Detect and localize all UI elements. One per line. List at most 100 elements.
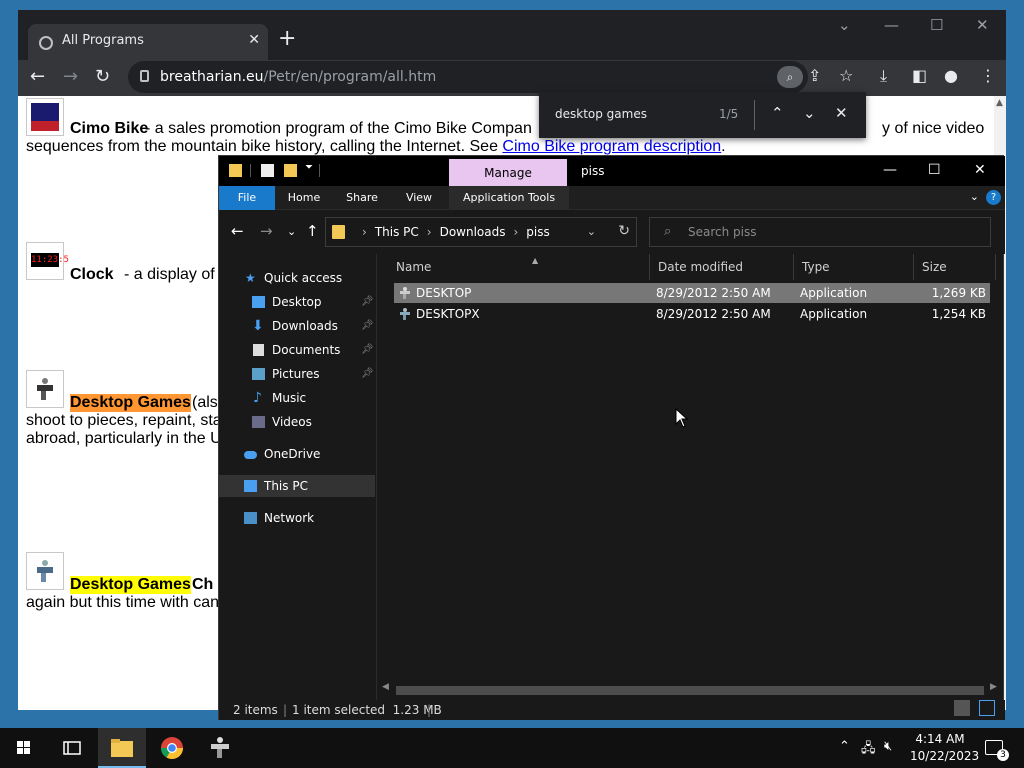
- scroll-up-arrow-icon[interactable]: ▲: [996, 98, 1003, 108]
- globe-icon: [39, 36, 53, 50]
- close-icon[interactable]: ✕: [976, 16, 989, 34]
- search-input[interactable]: [688, 222, 978, 242]
- file-explorer-window: ⏷ Manage piss — ☐ ✕ File Home Share View…: [218, 155, 1005, 720]
- volume-muted-icon[interactable]: 🔇︎: [884, 739, 892, 754]
- toolbar-divider: [250, 164, 251, 177]
- nav-network[interactable]: Network: [219, 507, 375, 529]
- cimo-bike-description-link[interactable]: Cimo Bike program description: [502, 138, 721, 155]
- cimo-bike-program-icon[interactable]: [26, 98, 64, 136]
- find-previous-icon[interactable]: ⌃: [771, 104, 784, 122]
- column-header-name[interactable]: ▲ Name: [396, 254, 650, 280]
- address-bar[interactable]: › This PC › Downloads › piss ⌄ ↻: [325, 217, 637, 247]
- tab-file[interactable]: File: [219, 186, 275, 210]
- nav-downloads[interactable]: ⬇ Downloads 📌︎: [219, 315, 375, 337]
- desktop-games-program-icon[interactable]: [26, 370, 64, 408]
- find-query-input[interactable]: desktop games: [555, 107, 647, 121]
- scroll-left-arrow-icon[interactable]: ◀: [382, 682, 389, 692]
- taskbar-chrome[interactable]: [148, 728, 196, 768]
- nav-documents[interactable]: Documents 📌︎: [219, 339, 375, 361]
- maximize-icon[interactable]: ☐: [930, 16, 943, 34]
- url-text[interactable]: breatharian.eu/Petr/en/program/all.htm: [160, 69, 436, 85]
- column-header-type[interactable]: Type: [800, 254, 914, 280]
- menu-kebab-icon[interactable]: ⋮: [980, 66, 996, 85]
- help-icon[interactable]: ?: [986, 190, 1001, 205]
- clock-program-icon[interactable]: 11:23:5: [26, 242, 69, 280]
- horizontal-scrollbar[interactable]: ◀ ▶: [378, 682, 1003, 698]
- desktop-games-ch-program-icon[interactable]: [26, 552, 64, 590]
- address-bar[interactable]: breatharian.eu/Petr/en/program/all.htm ⌕: [128, 61, 808, 93]
- tab-all-programs[interactable]: All Programs ✕: [28, 24, 268, 60]
- close-icon[interactable]: ✕: [974, 162, 986, 178]
- back-icon[interactable]: ←: [30, 66, 45, 87]
- file-row-desktop[interactable]: DESKTOP 8/29/2012 2:50 AM Application 1,…: [394, 283, 990, 303]
- breadcrumb-downloads[interactable]: Downloads: [440, 225, 506, 239]
- maximize-icon[interactable]: ☐: [928, 162, 941, 178]
- tab-close-icon[interactable]: ✕: [248, 32, 260, 48]
- up-icon[interactable]: ↑: [306, 222, 319, 240]
- properties-icon[interactable]: [261, 164, 274, 177]
- new-folder-icon[interactable]: [284, 164, 297, 177]
- tab-home[interactable]: Home: [279, 186, 329, 210]
- chrome-logo-icon: [161, 737, 183, 759]
- manage-context-tab[interactable]: Manage: [449, 159, 567, 187]
- column-header-date[interactable]: Date modified: [656, 254, 794, 280]
- tab-view[interactable]: View: [395, 186, 443, 210]
- nav-desktop[interactable]: Desktop 📌︎: [219, 291, 375, 313]
- chevron-down-icon[interactable]: ⌄: [838, 16, 851, 34]
- minimize-icon[interactable]: —: [883, 162, 897, 178]
- status-bar: 2 items | 1 item selected 1.23 MB |: [219, 700, 1005, 720]
- recent-locations-icon[interactable]: ⌄: [287, 225, 296, 238]
- download-icon[interactable]: ⤓: [880, 66, 887, 86]
- nav-music[interactable]: ♪ Music: [219, 387, 375, 409]
- column-header-size[interactable]: Size: [920, 254, 996, 280]
- show-hidden-icons-icon[interactable]: ⌃: [839, 739, 850, 754]
- nav-videos[interactable]: Videos: [219, 411, 375, 433]
- clock-date: 10/22/2023: [910, 749, 980, 763]
- entry-text: abroad, particularly in the U: [26, 430, 222, 447]
- share-icon[interactable]: ⇪: [808, 66, 821, 85]
- taskbar-desktop-app[interactable]: [196, 728, 244, 768]
- search-box[interactable]: ⌕: [649, 217, 991, 247]
- forward-icon[interactable]: →: [63, 66, 78, 87]
- address-dropdown-icon[interactable]: ⌄: [587, 225, 596, 238]
- pin-icon: 📌︎: [361, 368, 374, 379]
- task-view-button[interactable]: [48, 728, 96, 768]
- bookmark-star-icon[interactable]: ☆: [839, 66, 853, 85]
- nav-onedrive[interactable]: OneDrive: [219, 443, 375, 465]
- expand-ribbon-icon[interactable]: ⌄: [970, 190, 979, 203]
- status-divider: |: [427, 703, 432, 717]
- find-next-icon[interactable]: ⌄: [803, 104, 816, 122]
- scroll-right-arrow-icon[interactable]: ▶: [990, 682, 997, 692]
- entry-text: (als: [192, 394, 218, 411]
- computer-icon: [244, 480, 257, 492]
- nav-quick-access[interactable]: ★ Quick access: [219, 267, 375, 289]
- nav-this-pc[interactable]: This PC: [219, 475, 375, 497]
- gun-figure-icon: [400, 308, 410, 320]
- side-panel-icon[interactable]: ◧: [912, 66, 927, 85]
- refresh-icon[interactable]: ↻: [618, 223, 630, 239]
- find-close-icon[interactable]: ✕: [835, 104, 848, 122]
- nav-pictures[interactable]: Pictures 📌︎: [219, 363, 375, 385]
- forward-icon[interactable]: →: [260, 222, 273, 240]
- details-view-icon[interactable]: [954, 700, 970, 716]
- start-button[interactable]: [0, 728, 48, 768]
- reload-icon[interactable]: ↻: [95, 66, 110, 87]
- file-row-desktopx[interactable]: DESKTOPX 8/29/2012 2:50 AM Application 1…: [394, 304, 990, 324]
- profile-icon[interactable]: ●: [944, 66, 958, 85]
- new-tab-icon[interactable]: +: [278, 26, 296, 51]
- taskbar-file-explorer[interactable]: [98, 728, 146, 768]
- breadcrumb-this-pc[interactable]: This PC: [375, 225, 419, 239]
- tab-application-tools[interactable]: Application Tools: [449, 186, 570, 210]
- large-icons-view-icon[interactable]: [979, 700, 995, 716]
- scrollbar-thumb[interactable]: [396, 686, 984, 695]
- system-clock[interactable]: 4:14 AM 10/22/2023: [910, 731, 980, 765]
- breadcrumb-piss[interactable]: piss: [526, 225, 549, 239]
- find-in-page-icon[interactable]: ⌕: [777, 66, 803, 88]
- back-icon[interactable]: ←: [231, 222, 244, 240]
- tab-share[interactable]: Share: [337, 186, 387, 210]
- gun-figure-icon: [37, 560, 53, 582]
- network-status-icon[interactable]: 🖧︎: [861, 739, 876, 761]
- customize-quick-access-icon[interactable]: ⏷: [305, 162, 318, 175]
- minimize-icon[interactable]: —: [884, 16, 899, 34]
- notification-center-icon[interactable]: 3: [985, 740, 1009, 761]
